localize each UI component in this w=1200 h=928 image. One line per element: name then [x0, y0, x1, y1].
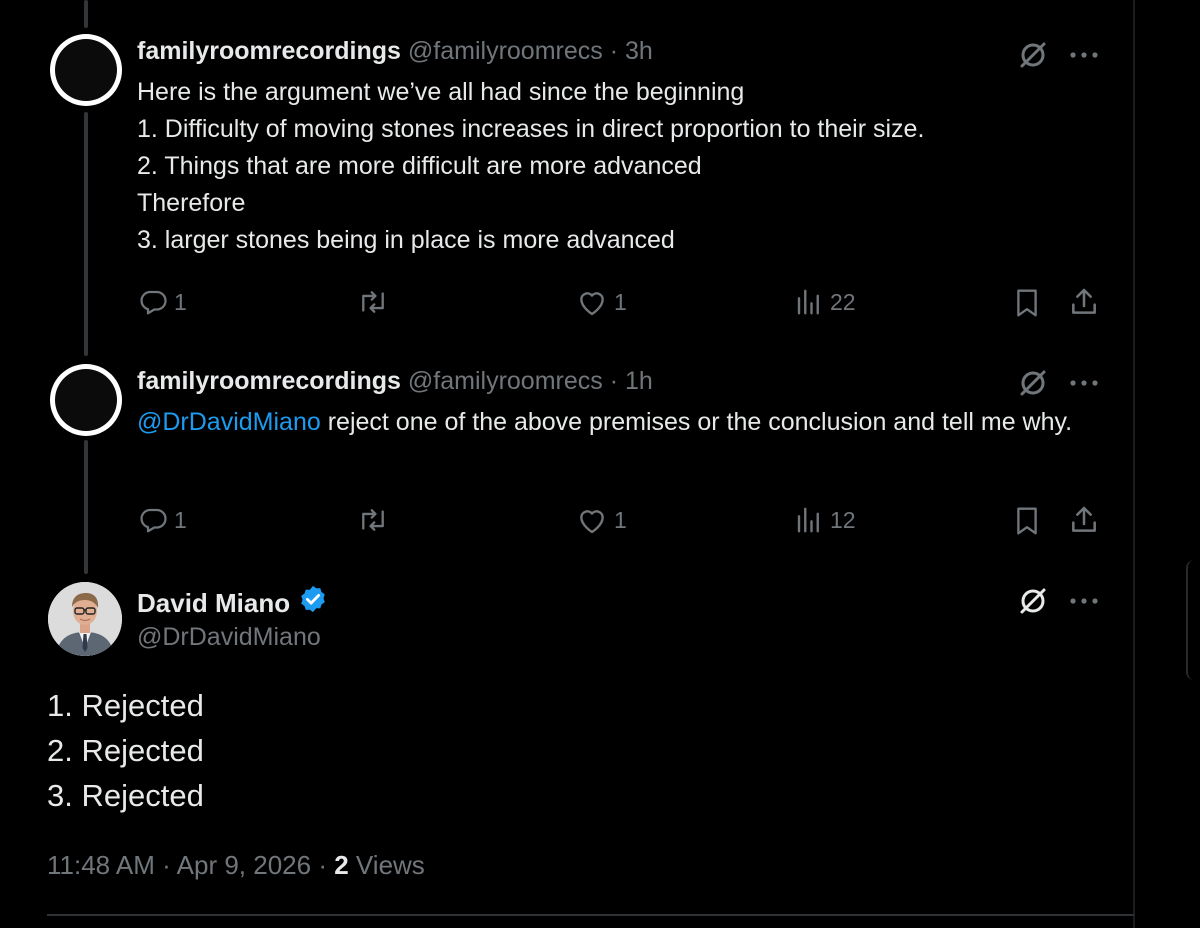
more-icon[interactable]: [1066, 366, 1102, 400]
retweet-button[interactable]: [356, 287, 390, 317]
reply-icon: [138, 505, 168, 535]
author-name[interactable]: David Miano: [137, 587, 290, 619]
author-handle[interactable]: @DrDavidMiano: [137, 621, 321, 653]
bookmark-icon: [1012, 287, 1042, 319]
like-button[interactable]: 1: [576, 287, 627, 317]
divider: [47, 914, 1134, 916]
tweet-text: @DrDavidMiano reject one of the above pr…: [137, 404, 1112, 441]
verified-badge-icon[interactable]: [298, 584, 328, 621]
date[interactable]: Apr 9, 2026: [177, 850, 311, 880]
heart-icon: [576, 505, 608, 535]
tweet-header: familyroomrecordings @familyroomrecs · 3…: [137, 35, 653, 67]
views-chart-icon: [794, 287, 824, 317]
reply-button[interactable]: 1: [138, 505, 187, 535]
tweet-text-body: reject one of the above premises or the …: [320, 408, 1073, 436]
thread-line-2: [84, 440, 88, 574]
timestamp[interactable]: 11:48 AM: [47, 850, 155, 880]
mention-link[interactable]: @DrDavidMiano: [137, 408, 321, 436]
bookmark-icon: [1012, 505, 1042, 537]
reply-icon: [138, 287, 168, 317]
avatar[interactable]: [48, 582, 122, 656]
thread-line-top: [84, 0, 88, 28]
scrollbar[interactable]: [1186, 560, 1200, 680]
avatar[interactable]: [50, 34, 122, 106]
separator: ·: [609, 37, 619, 65]
share-button[interactable]: [1068, 286, 1100, 318]
grok-icon[interactable]: [1016, 584, 1050, 618]
separator: ·: [162, 850, 171, 880]
views-button[interactable]: 12: [794, 505, 856, 535]
views-count: 12: [830, 506, 856, 533]
author-name[interactable]: familyroomrecordings: [137, 367, 401, 395]
reply-count: 1: [174, 288, 187, 315]
tweet-text: 1. Rejected 2. Rejected 3. Rejected: [47, 683, 204, 818]
author-handle[interactable]: @familyroomrecs: [408, 37, 603, 65]
tweet-text: Here is the argument we’ve all had since…: [137, 78, 925, 254]
text-line: 3. Rejected: [47, 778, 204, 813]
retweet-button[interactable]: [356, 505, 390, 535]
like-count: 1: [614, 288, 627, 315]
more-icon[interactable]: [1066, 38, 1102, 72]
text-line: 2. Rejected: [47, 733, 204, 768]
tweet-header: familyroomrecordings @familyroomrecs · 1…: [137, 365, 653, 397]
separator: ·: [609, 367, 619, 395]
retweet-icon: [356, 287, 390, 317]
retweet-icon: [356, 505, 390, 535]
tweet-meta: 11:48 AM · Apr 9, 2026 · 2 Views: [47, 848, 425, 882]
reply-count: 1: [174, 506, 187, 533]
author-name[interactable]: familyroomrecordings: [137, 37, 401, 65]
grok-icon[interactable]: [1016, 38, 1050, 72]
more-icon[interactable]: [1066, 584, 1102, 618]
grok-icon[interactable]: [1016, 366, 1050, 400]
heart-icon: [576, 287, 608, 317]
reply-button[interactable]: 1: [138, 287, 187, 317]
views-button[interactable]: 22: [794, 287, 856, 317]
author-name-row: David Miano: [137, 584, 328, 621]
views-label: Views: [355, 850, 425, 880]
share-button[interactable]: [1068, 504, 1100, 536]
thread-line-1: [84, 112, 88, 356]
timestamp[interactable]: 1h: [625, 367, 653, 395]
timestamp[interactable]: 3h: [625, 37, 653, 65]
author-handle[interactable]: @familyroomrecs: [408, 367, 603, 395]
share-icon: [1068, 504, 1100, 536]
views-count: 22: [830, 288, 856, 315]
views-count: 2: [334, 850, 349, 880]
bookmark-button[interactable]: [1012, 287, 1042, 319]
bookmark-button[interactable]: [1012, 505, 1042, 537]
like-button[interactable]: 1: [576, 505, 627, 535]
column-border: [1133, 0, 1135, 928]
like-count: 1: [614, 506, 627, 533]
separator: ·: [318, 850, 327, 880]
share-icon: [1068, 286, 1100, 318]
text-line: 1. Rejected: [47, 688, 204, 723]
views-chart-icon: [794, 505, 824, 535]
avatar[interactable]: [50, 364, 122, 436]
